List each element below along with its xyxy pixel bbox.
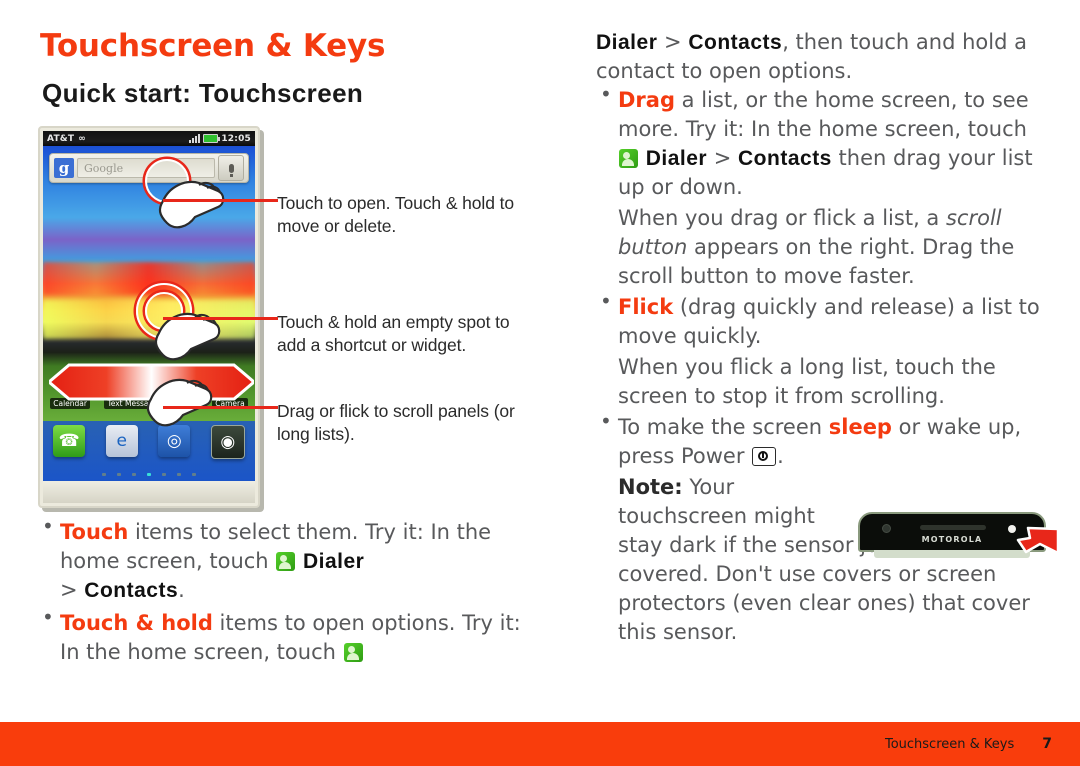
left-column: Touchscreen & Keys Quick start: Touchscr… bbox=[0, 0, 560, 720]
keyword-sleep: sleep bbox=[828, 415, 892, 439]
keyword-drag: Drag bbox=[618, 88, 675, 112]
keyword-touch: Touch bbox=[60, 520, 129, 544]
footer-section-label: Touchscreen & Keys bbox=[884, 736, 1015, 752]
power-key-icon bbox=[752, 447, 777, 466]
motorola-phone-photo: MOTOROLA bbox=[858, 512, 1060, 558]
red-arrow-icon bbox=[1016, 526, 1060, 555]
bullet-sleep: To make the screen sleep or wake up, pre… bbox=[596, 411, 1046, 471]
status-clock: 12:05 bbox=[221, 133, 251, 144]
sleep-text-1: To make the screen bbox=[618, 415, 829, 439]
keyword-flick: Flick bbox=[618, 295, 674, 319]
dialer-icon bbox=[619, 149, 638, 168]
left-bullet-list: Touch items to select them. Try it: In t… bbox=[38, 516, 538, 671]
contacts-label: Contacts bbox=[738, 147, 832, 170]
page-title: Touchscreen & Keys bbox=[40, 28, 386, 64]
keyword-touch-hold: Touch & hold bbox=[60, 611, 213, 635]
gt-separator: > bbox=[707, 146, 739, 170]
bullet-flick: Flick (drag quickly and release) a list … bbox=[596, 291, 1046, 351]
bullet-touch-period: . bbox=[178, 578, 185, 602]
paragraph-dialer-contacts-continuation: Dialer > Contacts, then touch and hold a… bbox=[596, 28, 1046, 86]
phone-dock: ☎ e ◎ ◉ bbox=[43, 421, 255, 481]
google-logo-icon: g bbox=[54, 158, 74, 178]
dialer-icon[interactable]: ☎ bbox=[53, 425, 86, 457]
att-icon[interactable]: ◎ bbox=[158, 425, 191, 457]
bullet-flick-text: (drag quickly and release) a list to mov… bbox=[618, 295, 1040, 348]
dialer-icon bbox=[343, 643, 363, 662]
home-page-dots bbox=[43, 473, 255, 476]
callout-touch-hold-empty: Touch & hold an empty spot to add a shor… bbox=[277, 312, 510, 355]
bullet-drag: Drag a list, or the home screen, to see … bbox=[596, 84, 1046, 202]
contacts-label: Contacts bbox=[84, 579, 179, 602]
leader-line-1 bbox=[163, 199, 278, 202]
carrier-label: AT&T bbox=[47, 133, 75, 144]
callout-drag-flick-scroll: Drag or flick to scroll panels (or long … bbox=[277, 401, 515, 444]
front-camera-icon bbox=[882, 524, 891, 533]
paragraph-long-list: When you flick a long list, touch the sc… bbox=[596, 353, 1046, 411]
drag-banner-arrow bbox=[49, 363, 254, 401]
leader-line-2 bbox=[163, 317, 278, 320]
microphone-icon[interactable] bbox=[218, 155, 244, 181]
dialer-label: Dialer bbox=[302, 550, 365, 573]
earpiece-speaker bbox=[920, 525, 986, 530]
dialer-label: Dialer bbox=[596, 31, 658, 54]
long-list-text: When you flick a long list, touch the sc… bbox=[618, 355, 996, 408]
bullet-drag-text-1: a list, or the home screen, to see more.… bbox=[618, 88, 1029, 141]
signal-bars-icon bbox=[189, 134, 201, 143]
scroll-text-1: When you drag or flick a list, a bbox=[618, 206, 946, 230]
footer-page-number: 7 bbox=[1042, 736, 1052, 752]
dialer-icon bbox=[276, 552, 296, 571]
battery-icon bbox=[203, 134, 221, 143]
voicemail-icon: ∞ bbox=[78, 133, 86, 144]
camera-icon[interactable]: ◉ bbox=[210, 425, 245, 459]
leader-line-3 bbox=[163, 406, 278, 409]
paragraph-note: Note: Your touchscreen might stay dark i… bbox=[596, 473, 1046, 647]
phone-screen: AT&T ∞ 12:05 g Google Calendar Text Mess… bbox=[43, 131, 255, 481]
bullet-touch-hold: Touch & hold items to open options. Try … bbox=[38, 607, 538, 667]
bullet-touch-gt: > bbox=[60, 578, 85, 602]
phone-bottom-bezel bbox=[43, 481, 255, 503]
phone-status-bar: AT&T ∞ 12:05 bbox=[43, 131, 255, 146]
sleep-text-3: . bbox=[777, 444, 784, 468]
page-footer: Touchscreen & Keys 7 bbox=[0, 722, 1080, 766]
dialer-label: Dialer bbox=[645, 147, 708, 170]
callout-touch-to-open: Touch to open. Touch & hold to move or d… bbox=[277, 193, 514, 236]
email-icon[interactable]: e bbox=[105, 425, 138, 457]
bullet-touch: Touch items to select them. Try it: In t… bbox=[38, 516, 538, 605]
section-title: Quick start: Touchscreen bbox=[42, 78, 364, 108]
gt-separator: > bbox=[657, 30, 689, 54]
paragraph-scroll-button: When you drag or flick a list, a scroll … bbox=[596, 204, 1046, 291]
contacts-label: Contacts bbox=[688, 31, 783, 54]
note-label: Note: bbox=[618, 475, 683, 499]
